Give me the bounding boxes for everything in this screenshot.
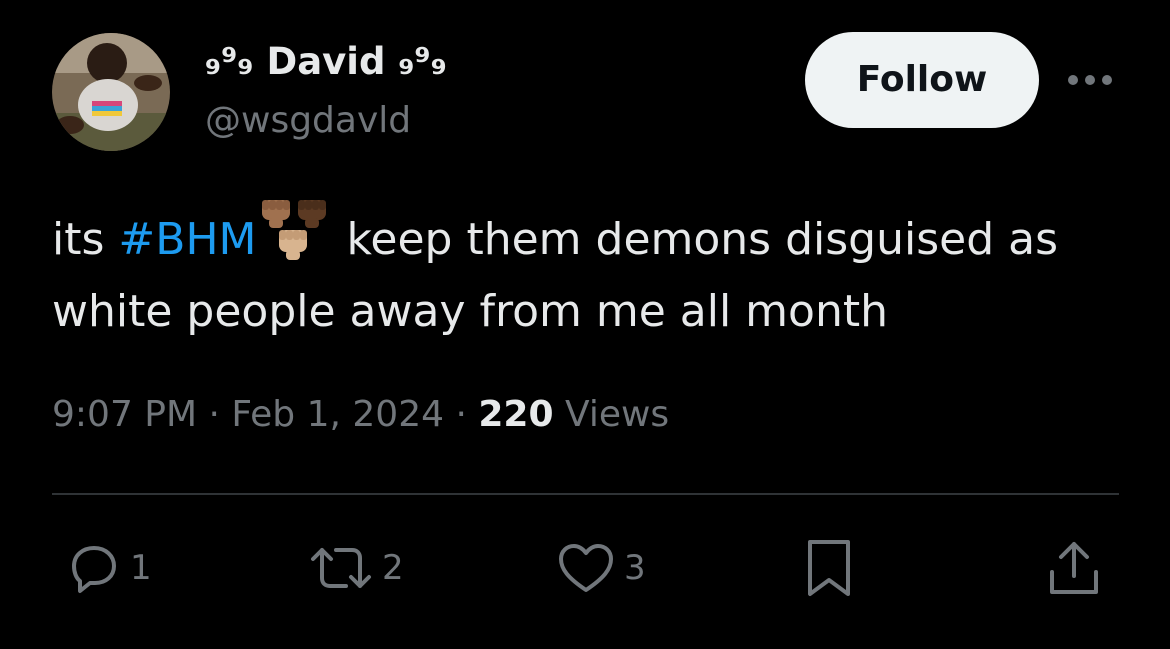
share-icon bbox=[1046, 538, 1102, 598]
reply-button[interactable]: 1 bbox=[66, 536, 152, 600]
avatar[interactable] bbox=[52, 33, 170, 151]
bookmark-button[interactable] bbox=[803, 536, 855, 600]
share-button[interactable] bbox=[1046, 536, 1102, 600]
bookmark-icon bbox=[803, 538, 855, 598]
repost-count: 2 bbox=[382, 548, 404, 588]
repost-icon bbox=[308, 540, 374, 596]
views-label: Views bbox=[564, 394, 670, 435]
hashtag-link[interactable]: #BHM bbox=[118, 214, 256, 265]
meta-separator: · bbox=[208, 394, 220, 435]
tweet-metadata: 9:07 PM · Feb 1, 2024 · 220 Views bbox=[52, 390, 669, 440]
like-button[interactable]: 3 bbox=[556, 536, 646, 600]
author-display-name[interactable]: ₉⁹₉ David ₉⁹₉ bbox=[205, 38, 447, 86]
tweet-date[interactable]: Feb 1, 2024 bbox=[231, 394, 444, 435]
divider bbox=[52, 493, 1119, 495]
author-handle[interactable]: @wsgdavld bbox=[205, 98, 411, 144]
reply-count: 1 bbox=[130, 548, 152, 588]
meta-separator: · bbox=[455, 394, 467, 435]
like-count: 3 bbox=[624, 548, 646, 588]
tweet-text: its #BHM keep them demons disguised as w… bbox=[52, 194, 1132, 348]
reply-icon bbox=[66, 540, 122, 596]
views-count: 220 bbox=[478, 394, 554, 435]
tweet-text-before: its bbox=[52, 214, 119, 265]
follow-button[interactable]: Follow bbox=[805, 32, 1039, 128]
raised-fists-emoji-icon bbox=[259, 194, 329, 264]
heart-icon bbox=[556, 540, 616, 596]
more-options-icon[interactable] bbox=[1064, 62, 1116, 98]
repost-button[interactable]: 2 bbox=[308, 536, 404, 600]
tweet-time[interactable]: 9:07 PM bbox=[52, 394, 197, 435]
